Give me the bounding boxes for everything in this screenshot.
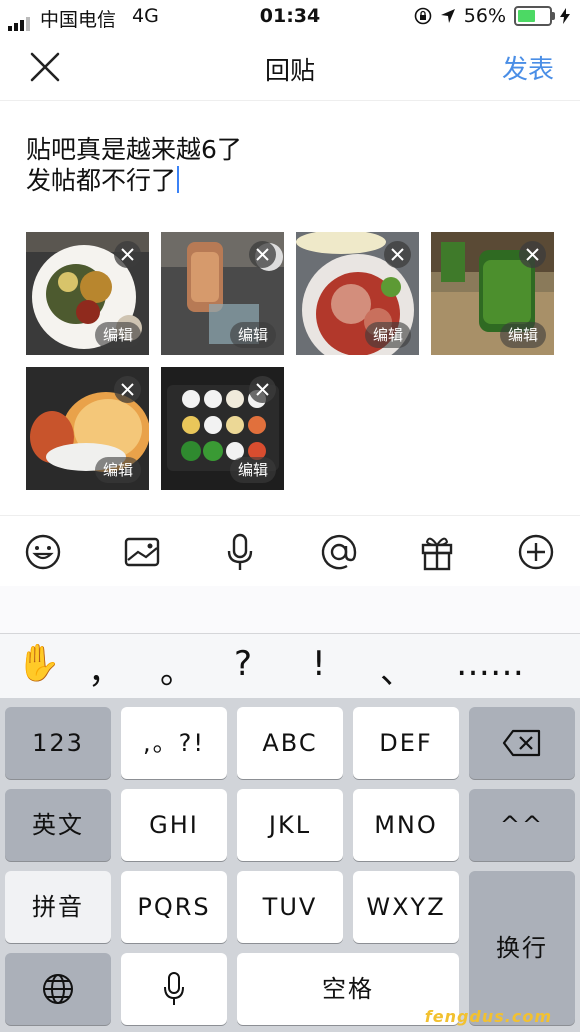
candidate-bar: ✋ ， 。 ? ! 、 …… [0, 634, 580, 698]
edit-photo-button[interactable]: 编辑 [364, 322, 411, 348]
remove-photo-button[interactable] [114, 241, 141, 268]
photo-thumbnail[interactable]: 编辑 [26, 367, 149, 490]
key-abc[interactable]: ABC [237, 707, 343, 779]
close-icon [256, 248, 269, 261]
text-cursor [177, 166, 180, 193]
close-icon [121, 248, 134, 261]
candidate-item[interactable]: 。 [160, 644, 194, 693]
globe-icon [43, 974, 73, 1004]
edit-photo-button[interactable]: 编辑 [229, 457, 276, 483]
key-pinyin[interactable]: 拼音 [5, 871, 111, 943]
photo-thumbnail[interactable]: 编辑 [161, 367, 284, 490]
post-button[interactable]: 发表 [502, 49, 554, 86]
post-line-2: 发帖都不行了 [26, 166, 177, 195]
key-english[interactable]: 英文 [5, 789, 111, 861]
edit-photo-button[interactable]: 编辑 [94, 322, 141, 348]
close-icon [121, 383, 134, 396]
key-wxyz[interactable]: WXYZ [353, 871, 459, 943]
key-dictation[interactable] [121, 953, 227, 1025]
nav-bar: 回贴 发表 [0, 34, 580, 101]
key-emoticon[interactable]: ^^ [469, 789, 575, 861]
backspace-icon [502, 729, 541, 757]
voice-button[interactable] [218, 530, 262, 574]
watermark: fengdus.com [424, 1007, 552, 1026]
key-backspace[interactable] [469, 707, 575, 779]
emoji-icon [25, 534, 61, 570]
photo-thumbnail[interactable]: 编辑 [26, 232, 149, 355]
gift-button[interactable] [415, 530, 459, 574]
add-icon [518, 534, 554, 570]
post-line-1: 贴吧真是越来越6了 [26, 135, 242, 164]
key-punctuation[interactable]: ,。?! [121, 707, 227, 779]
edit-photo-button[interactable]: 编辑 [94, 457, 141, 483]
rotation-lock-icon [414, 7, 432, 25]
close-icon [526, 248, 539, 261]
remove-photo-button[interactable] [249, 241, 276, 268]
compose-toolbar [0, 515, 580, 587]
microphone-icon [227, 533, 253, 570]
emoji-button[interactable] [21, 530, 65, 574]
microphone-icon [164, 972, 184, 1005]
candidate-item[interactable]: …… [456, 644, 524, 684]
close-icon [391, 248, 404, 261]
key-123[interactable]: 123 [5, 707, 111, 779]
candidate-item[interactable]: ? [234, 644, 252, 684]
keyboard: 123 ,。?! ABC DEF 英文 GHI JKL MNO ^^ 拼音 PQ… [0, 698, 580, 1032]
key-jkl[interactable]: JKL [237, 789, 343, 861]
key-pqrs[interactable]: PQRS [121, 871, 227, 943]
remove-photo-button[interactable] [384, 241, 411, 268]
photo-thumbnail[interactable]: 编辑 [431, 232, 554, 355]
key-globe[interactable] [5, 953, 111, 1025]
key-tuv[interactable]: TUV [237, 871, 343, 943]
remove-photo-button[interactable] [249, 376, 276, 403]
location-icon [440, 9, 455, 23]
post-textarea[interactable]: 贴吧真是越来越6了 发帖都不行了 [26, 134, 546, 196]
key-enter[interactable]: 换行 [469, 871, 575, 1025]
candidate-item[interactable]: ! [312, 644, 326, 684]
image-button[interactable] [120, 530, 164, 574]
status-right: 56% [414, 5, 570, 27]
battery-percent: 56% [463, 5, 506, 27]
candidate-item[interactable]: 、 [380, 644, 414, 693]
more-button[interactable] [514, 530, 558, 574]
close-icon [256, 383, 269, 396]
candidate-item[interactable]: ， [88, 644, 122, 693]
image-icon [124, 537, 160, 567]
charging-icon [560, 8, 570, 24]
edit-photo-button[interactable]: 编辑 [499, 322, 546, 348]
photo-thumbnail[interactable]: 编辑 [296, 232, 419, 355]
key-ghi[interactable]: GHI [121, 789, 227, 861]
candidate-emoji[interactable]: ✋ [16, 642, 61, 684]
page-title: 回贴 [264, 56, 315, 85]
remove-photo-button[interactable] [114, 376, 141, 403]
at-icon [321, 534, 357, 570]
key-def[interactable]: DEF [353, 707, 459, 779]
photo-thumbnail[interactable]: 编辑 [161, 232, 284, 355]
status-bar: 中国电信 4G 01:34 56% [0, 0, 580, 34]
gift-icon [421, 537, 453, 571]
key-mno[interactable]: MNO [353, 789, 459, 861]
edit-photo-button[interactable]: 编辑 [229, 322, 276, 348]
battery-icon [514, 6, 555, 26]
input-accessory-area [0, 586, 580, 634]
remove-photo-button[interactable] [519, 241, 546, 268]
mention-button[interactable] [317, 530, 361, 574]
